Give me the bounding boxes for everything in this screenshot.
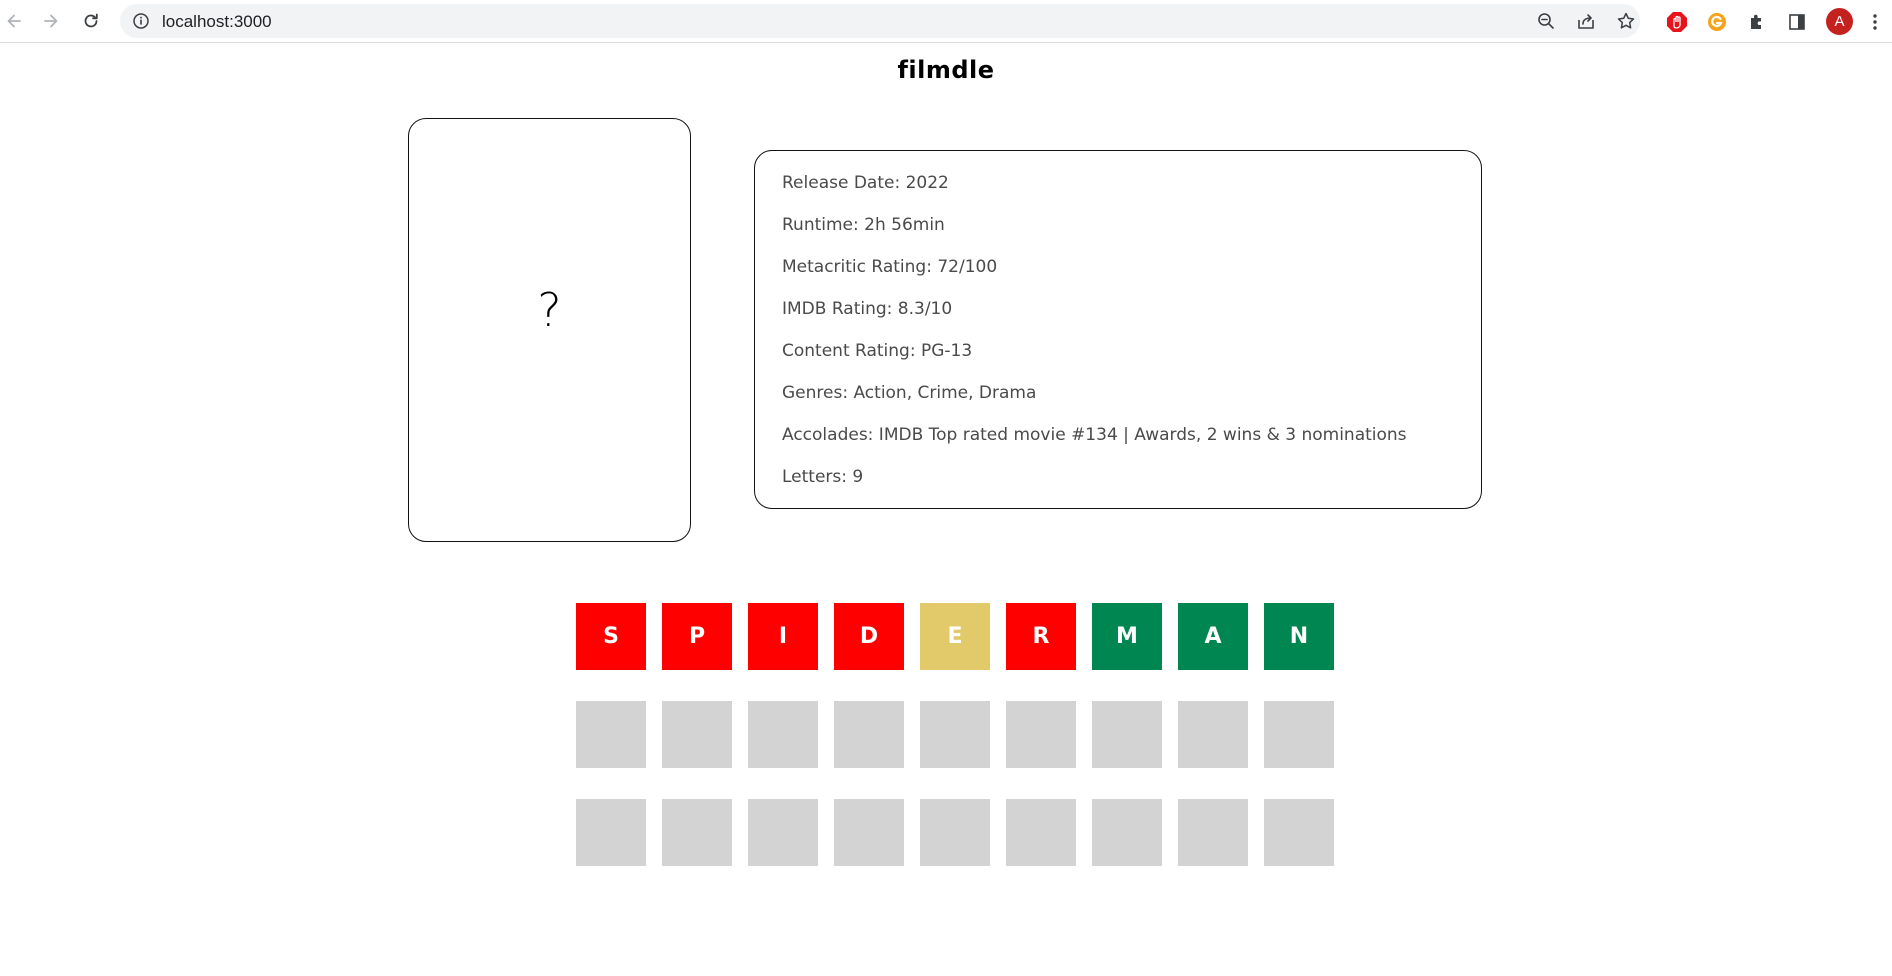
extensions-button[interactable] — [1744, 9, 1770, 35]
accolades: Accolades: IMDB Top rated movie #134 | A… — [782, 425, 1407, 445]
letters-count: Letters: 9 — [782, 467, 864, 487]
arrow-left-icon — [7, 14, 21, 28]
address-bar[interactable]: localhost:3000 — [120, 4, 1640, 38]
back-button[interactable] — [0, 7, 28, 35]
guess-row — [576, 701, 1334, 768]
browser-toolbar: localhost:3000 A — [0, 0, 1892, 43]
empty-tile — [1178, 799, 1248, 866]
adblock-icon — [1667, 12, 1687, 32]
empty-tile — [748, 799, 818, 866]
adblock-extension-button[interactable] — [1664, 9, 1690, 35]
reload-button[interactable] — [77, 7, 105, 35]
arrow-right-icon — [44, 14, 58, 28]
zoom-out-icon — [1538, 13, 1554, 29]
letter-tile: A — [1178, 603, 1248, 670]
metacritic-rating: Metacritic Rating: 72/100 — [782, 257, 998, 277]
empty-tile — [576, 799, 646, 866]
empty-tile — [576, 701, 646, 768]
grammarly-extension-button[interactable] — [1704, 9, 1730, 35]
reload-icon — [84, 13, 98, 28]
star-icon — [1617, 12, 1635, 29]
share-button[interactable] — [1575, 10, 1597, 32]
empty-tile — [1264, 799, 1334, 866]
letter-tile: M — [1092, 603, 1162, 670]
poster-card: ? — [408, 118, 691, 542]
letter-tile: N — [1264, 603, 1334, 670]
bookmark-button[interactable] — [1615, 10, 1637, 32]
page-title: filmdle — [897, 56, 995, 84]
zoom-button[interactable] — [1535, 10, 1557, 32]
movie-info-panel: Release Date: 2022 Runtime: 2h 56min Met… — [754, 150, 1482, 509]
empty-tile — [920, 701, 990, 768]
genres: Genres: Action, Crime, Drama — [782, 383, 1037, 403]
empty-tile — [834, 799, 904, 866]
guess-row: SPIDERMAN — [576, 603, 1334, 670]
empty-tile — [1092, 799, 1162, 866]
release-date: Release Date: 2022 — [782, 173, 949, 193]
letter-tile: D — [834, 603, 904, 670]
empty-tile — [1178, 701, 1248, 768]
empty-tile — [1264, 701, 1334, 768]
letter-tile: E — [920, 603, 990, 670]
share-icon — [1578, 14, 1594, 29]
empty-tile — [834, 701, 904, 768]
g-extension-icon — [1708, 13, 1726, 31]
empty-tile — [662, 701, 732, 768]
profile-avatar[interactable]: A — [1826, 8, 1853, 35]
poster-placeholder: ? — [537, 283, 562, 337]
letter-tile: R — [1006, 603, 1076, 670]
runtime: Runtime: 2h 56min — [782, 215, 945, 235]
empty-tile — [920, 799, 990, 866]
info-icon[interactable] — [132, 12, 150, 30]
kebab-menu-icon — [1873, 14, 1877, 30]
browser-menu-button[interactable] — [1864, 9, 1886, 35]
url-text[interactable]: localhost:3000 — [162, 12, 272, 32]
empty-tile — [662, 799, 732, 866]
letter-tile: P — [662, 603, 732, 670]
forward-button[interactable] — [37, 7, 65, 35]
empty-tile — [1006, 799, 1076, 866]
content-rating: Content Rating: PG-13 — [782, 341, 973, 361]
imdb-rating: IMDB Rating: 8.3/10 — [782, 299, 953, 319]
side-panel-button[interactable] — [1784, 9, 1810, 35]
guess-grid: SPIDERMAN — [576, 603, 1334, 897]
empty-tile — [1006, 701, 1076, 768]
letter-tile: I — [748, 603, 818, 670]
empty-tile — [748, 701, 818, 768]
guess-row — [576, 799, 1334, 866]
puzzle-icon — [1751, 14, 1761, 29]
letter-tile: S — [576, 603, 646, 670]
empty-tile — [1092, 701, 1162, 768]
side-panel-icon — [1789, 14, 1805, 30]
